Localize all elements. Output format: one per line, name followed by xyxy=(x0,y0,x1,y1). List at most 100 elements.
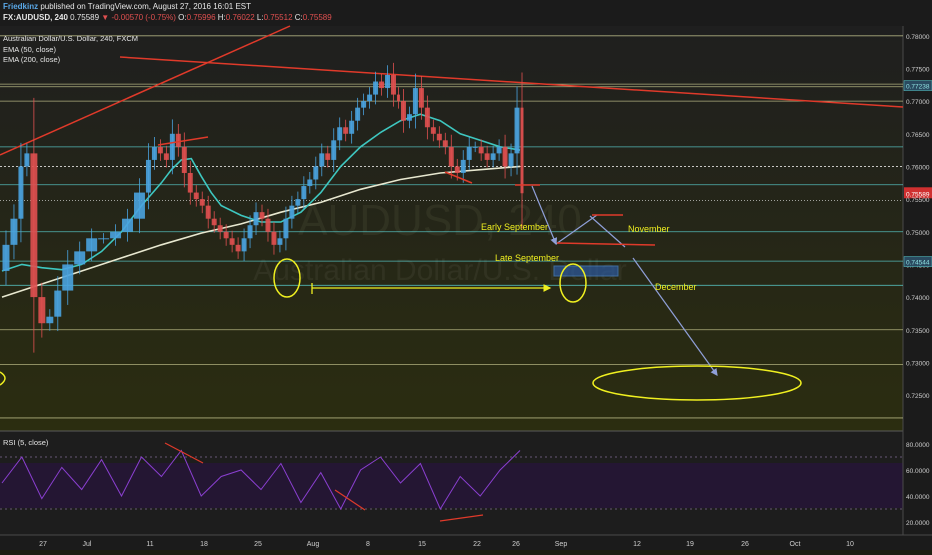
price-tick-label: 0.77238 xyxy=(906,84,930,91)
candle-body xyxy=(301,186,307,200)
time-tick-label: 26 xyxy=(512,541,520,548)
rsi-tick-label: 20.0000 xyxy=(906,520,930,527)
label-early-september: Early September xyxy=(481,222,548,232)
candle-body xyxy=(193,192,199,200)
legend-rsi[interactable]: RSI (5, close) xyxy=(3,438,48,447)
candle-body xyxy=(436,133,442,141)
candle-body xyxy=(295,199,301,206)
candle-body xyxy=(478,146,484,154)
candle-body xyxy=(187,172,193,193)
candle-body xyxy=(331,140,337,160)
time-tick-label: 8 xyxy=(366,541,370,548)
candle-body xyxy=(265,218,271,232)
label-december: December xyxy=(655,282,697,292)
candle-body xyxy=(157,146,163,154)
candle-body xyxy=(424,107,430,128)
price-change: ▼ -0.00570 (-0.75%) xyxy=(101,13,176,22)
candle-body xyxy=(319,153,325,167)
legend-ema50[interactable]: EMA (50, close) xyxy=(3,45,56,54)
candle-body xyxy=(448,146,454,167)
candle-body xyxy=(217,225,223,232)
candle-body xyxy=(490,153,496,160)
time-tick-label: Aug xyxy=(307,541,320,548)
candle-body xyxy=(253,212,259,226)
candle-body xyxy=(2,244,10,271)
candle-body xyxy=(307,179,313,187)
candle-body xyxy=(271,231,277,245)
price-tick-label: 0.73500 xyxy=(906,328,930,335)
time-tick-label: 27 xyxy=(39,541,47,548)
candle-body xyxy=(86,238,98,252)
candle-body xyxy=(430,127,436,134)
price-tick-label: 0.74000 xyxy=(906,295,930,302)
candle-body xyxy=(361,101,367,108)
rsi-tick-label: 60.0000 xyxy=(906,468,930,475)
time-tick-label: Oct xyxy=(790,541,801,548)
candle-body xyxy=(466,146,472,160)
candle-body xyxy=(454,166,460,173)
candle-body xyxy=(367,94,373,102)
candle-body xyxy=(122,218,133,232)
candle-body xyxy=(10,218,18,245)
candle-body xyxy=(133,192,145,219)
candle-body xyxy=(460,159,466,173)
candle-body xyxy=(502,146,508,167)
author-link[interactable]: Friedkinz xyxy=(3,2,38,11)
candle-body xyxy=(46,316,54,324)
candle-body xyxy=(313,166,319,180)
time-tick-label: 10 xyxy=(846,541,854,548)
candle-body xyxy=(343,127,349,134)
candle-body xyxy=(211,218,217,226)
last-price: 0.75589 xyxy=(70,13,100,22)
chart-area[interactable]: AUDUSD, 240 Australian Dollar/U.S. Dolla… xyxy=(0,0,932,550)
candle-body xyxy=(199,199,205,206)
high-value: 0.76022 xyxy=(225,13,255,22)
candle-body xyxy=(30,153,38,298)
candle-body xyxy=(259,212,265,219)
candle-body xyxy=(355,107,361,121)
open-value: 0.75996 xyxy=(186,13,216,22)
open-label: O: xyxy=(178,13,187,22)
candle-body xyxy=(508,153,514,167)
candle-body xyxy=(520,107,524,194)
candle-body xyxy=(145,159,151,193)
price-tick-label: 0.75500 xyxy=(906,197,930,204)
label-late-september: Late September xyxy=(495,253,559,263)
low-label: L: xyxy=(256,13,264,22)
candle-body xyxy=(325,153,331,160)
symbol-label[interactable]: FX:AUDUSD, 240 xyxy=(3,13,68,22)
time-tick-label: Sep xyxy=(555,541,568,548)
candle-body xyxy=(385,74,391,89)
close-label: C: xyxy=(294,13,303,22)
legend-ema200[interactable]: EMA (200, close) xyxy=(3,55,60,64)
candle-body xyxy=(62,264,74,291)
time-tick-label: 25 xyxy=(254,541,262,548)
candle-body xyxy=(400,101,406,121)
candle-body xyxy=(163,153,169,160)
candle-body xyxy=(54,290,62,317)
time-tick-label: 22 xyxy=(473,541,481,548)
candle-body xyxy=(472,146,478,148)
price-tick-label: 0.72500 xyxy=(906,393,930,400)
publish-line: Friedkinz published on TradingView.com, … xyxy=(3,2,251,11)
time-tick-label: 12 xyxy=(633,541,641,548)
rsi-tick-label: 80.0000 xyxy=(906,442,930,449)
time-tick-label: 18 xyxy=(200,541,208,548)
candle-body xyxy=(484,153,490,160)
candle-body xyxy=(18,166,24,219)
candle-body xyxy=(247,225,253,239)
candle-body xyxy=(205,205,211,219)
price-tick-label: 0.73000 xyxy=(906,360,930,367)
candle-body xyxy=(38,297,46,324)
candle-body xyxy=(181,146,187,173)
candle-body xyxy=(442,140,448,147)
price-tick-label: 0.78000 xyxy=(906,34,930,41)
candle-body xyxy=(289,205,295,219)
candle-body xyxy=(391,74,396,95)
high-label: H: xyxy=(217,13,226,22)
candle-body xyxy=(74,251,86,265)
candle-body xyxy=(169,133,175,160)
candle-body xyxy=(283,218,289,239)
rsi-tick-label: 40.0000 xyxy=(906,494,930,501)
candle-body xyxy=(379,81,385,89)
